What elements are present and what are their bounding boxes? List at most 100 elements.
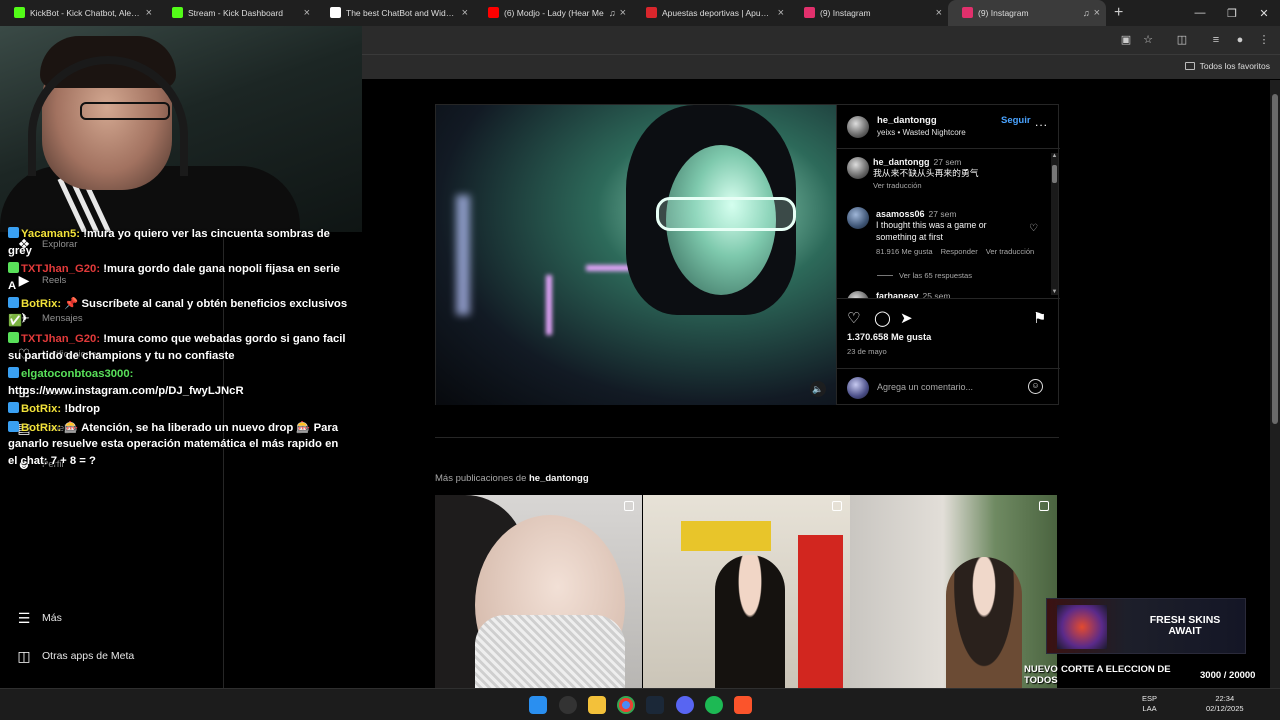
post-thumbnail-2[interactable] (643, 495, 850, 688)
close-tab-icon[interactable]: × (620, 7, 626, 19)
more-posts-user-link[interactable]: he_dantongg (529, 473, 589, 484)
carousel-icon (1039, 501, 1049, 511)
browser-tab[interactable]: (9) Instagram ♫ × (948, 0, 1106, 26)
comment-input[interactable]: Agrega un comentario... (877, 382, 973, 392)
close-tab-icon[interactable]: × (304, 7, 310, 19)
close-tab-icon[interactable]: × (1094, 7, 1100, 19)
comment-like-icon[interactable]: ♡ (1029, 223, 1038, 234)
install-icon[interactable]: ▣ (1119, 33, 1133, 47)
clock[interactable]: 22:34 02/12/2025 (1206, 694, 1244, 714)
extensions-icon[interactable]: ◫ (1175, 33, 1189, 47)
comments-list: he_dantongg 27 sem 我从来不缺从头再来的勇气 Ver tradu… (837, 149, 1060, 299)
sidebar-item-meta-apps[interactable]: ◫ Otras apps de Meta (16, 648, 134, 664)
chat-username: TXTJhan_G20: (21, 333, 101, 345)
obs-icon[interactable] (559, 696, 577, 714)
discord-icon[interactable] (676, 696, 694, 714)
tab-audio-icon[interactable]: ♫ (1083, 8, 1090, 18)
browser-tab[interactable]: The best ChatBot and Widgets × (316, 0, 474, 26)
avatar (847, 377, 869, 399)
comment: farhaneay 25 sem (876, 291, 951, 299)
post-thumbnail-3[interactable] (850, 495, 1057, 688)
tab-title: KickBot - Kick Chatbot, Alerts, T (30, 8, 142, 18)
avatar[interactable] (847, 157, 869, 179)
browser-tab[interactable]: KickBot - Kick Chatbot, Alerts, T × (0, 0, 158, 26)
windows-start-icon[interactable] (529, 696, 547, 714)
view-replies-link[interactable]: Ver las 65 respuestas (877, 271, 972, 280)
tab-favicon (962, 7, 973, 18)
follow-button[interactable]: Seguir (1001, 115, 1031, 126)
close-tab-icon[interactable]: × (462, 7, 468, 19)
like-count[interactable]: 1.370.658 Me gusta (847, 332, 931, 342)
new-tab-button[interactable]: + (1114, 4, 1123, 22)
minimize-button[interactable]: — (1184, 7, 1216, 19)
add-comment-bar: Agrega un comentario... ☺ (837, 368, 1060, 405)
folder-icon (1184, 62, 1195, 70)
chrome-icon[interactable] (617, 696, 635, 714)
sidebar-item-mas[interactable]: ☰ Más (16, 610, 62, 626)
avatar[interactable] (847, 291, 869, 298)
post-media[interactable]: 🔈 (436, 105, 836, 405)
close-tab-icon[interactable]: × (778, 7, 784, 19)
translate-link[interactable]: Ver traducción (986, 247, 1035, 256)
spotify-icon[interactable] (705, 696, 723, 714)
post-audio[interactable]: yeixs • Wasted Nightcore (877, 128, 966, 137)
reply-link[interactable]: Responder (941, 247, 978, 256)
overlay-label-nuevo: NUEVO TODOS (1024, 664, 1058, 686)
bookmark-star-icon[interactable]: ☆ (1141, 33, 1155, 47)
comment-icon[interactable]: ◯ (874, 309, 891, 327)
comments-scrollbar[interactable]: ▲ ▼ (1051, 153, 1058, 295)
chat-username: BotRix: (21, 298, 62, 310)
chat-message: elgatoconbtoas3000: https://www.instagra… (8, 366, 348, 399)
chat-badge-icon (8, 332, 19, 343)
share-icon[interactable]: ➤ (900, 309, 913, 327)
post-date: 23 de mayo (847, 347, 887, 356)
page-scrollbar[interactable] (1270, 80, 1280, 688)
translate-link[interactable]: Ver traducción (873, 181, 1060, 190)
tab-title: The best ChatBot and Widgets (346, 8, 458, 18)
input-language[interactable]: ESP LAA (1142, 694, 1157, 714)
divider (435, 437, 1059, 438)
comment: asamoss06 27 sem I thought this was a gam… (876, 209, 1035, 256)
tab-favicon (14, 7, 25, 18)
browser-tab[interactable]: (9) Instagram × (790, 0, 948, 26)
like-icon[interactable]: ♡ (847, 309, 860, 327)
comment-likes[interactable]: 81.916 Me gusta (876, 247, 933, 256)
all-bookmarks-button[interactable]: Todos los favoritos (1184, 61, 1270, 71)
post-author[interactable]: he_dantongg (877, 115, 937, 126)
avatar[interactable] (847, 207, 869, 229)
carousel-icon (624, 501, 634, 511)
emoji-icon[interactable]: ☺ (1028, 379, 1043, 394)
post-sidebar: he_dantongg yeixs • Wasted Nightcore Seg… (836, 105, 1060, 405)
close-tab-icon[interactable]: × (936, 7, 942, 19)
mute-icon[interactable]: 🔈 (810, 381, 826, 397)
chat-username: TXTJhan_G20: (21, 263, 101, 275)
profile-icon[interactable]: ● (1233, 33, 1247, 47)
chat-badge-icon (8, 297, 19, 308)
close-tab-icon[interactable]: × (146, 7, 152, 19)
avatar[interactable] (847, 116, 869, 138)
browser-tab[interactable]: Apuestas deportivas | Apuesta × (632, 0, 790, 26)
chat-message: BotRix: 🎰 Atención, se ha liberado un nu… (8, 420, 348, 470)
close-window-button[interactable]: ✕ (1248, 7, 1280, 20)
chat-badge-icon (8, 262, 19, 273)
browser-menu-icon[interactable]: ⋮ (1257, 33, 1271, 47)
post-thumbnail-1[interactable] (435, 495, 642, 688)
brave-icon[interactable] (734, 696, 752, 714)
media-control-icon[interactable]: ≡ (1209, 33, 1223, 47)
tab-title: (9) Instagram (978, 8, 1029, 18)
tab-favicon (804, 7, 815, 18)
caption: he_dantongg 27 sem 我从来不缺从头再来的勇气 Ver tradu… (873, 157, 1060, 190)
tab-audio-icon[interactable]: ♫ (609, 8, 616, 18)
maximize-button[interactable]: ❐ (1216, 7, 1248, 20)
file-explorer-icon[interactable] (588, 696, 606, 714)
browser-toolbar: ▣ ☆ ◫ ≡ ● ⋮ (362, 26, 1280, 54)
more-options-icon[interactable]: ... (1035, 115, 1048, 129)
browser-tab[interactable]: (6) Modjo - Lady (Hear Me ♫ × (474, 0, 632, 26)
save-icon[interactable]: ⚑ (1033, 309, 1046, 327)
chat-username: Yacaman5: (21, 228, 81, 240)
chat-badge-icon (8, 227, 19, 238)
steam-icon[interactable] (646, 696, 664, 714)
browser-tab[interactable]: Stream - Kick Dashboard × (158, 0, 316, 26)
chat-badge-icon (8, 367, 19, 378)
chat-username: BotRix: (21, 403, 62, 415)
